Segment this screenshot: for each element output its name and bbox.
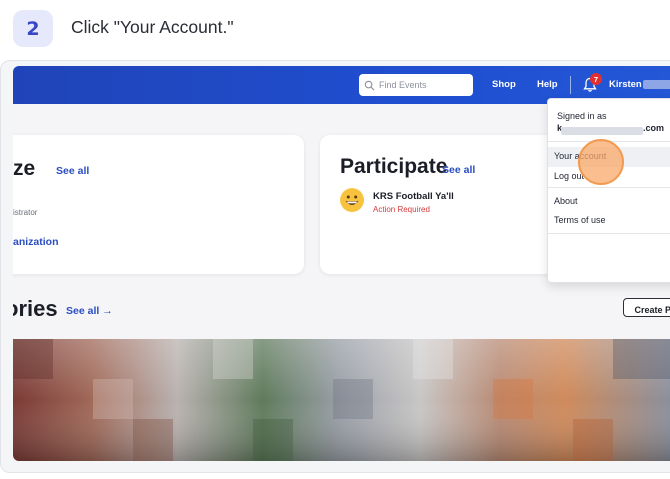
- log-out-menu-item[interactable]: Log out: [554, 171, 584, 181]
- event-name[interactable]: KRS Football Ya'll: [373, 191, 454, 202]
- account-dropdown-menu: Signed in as k .com Your account Log out…: [547, 98, 670, 283]
- terms-of-use-menu-item[interactable]: Terms of use: [554, 215, 606, 225]
- step-number-badge: 2: [13, 10, 53, 47]
- organize-card: ze See all istrator anization: [13, 135, 304, 274]
- redacted-surname: [643, 80, 670, 89]
- event-status: Action Required: [373, 205, 430, 214]
- participate-card: Participate See all KRS Football Ya'll A…: [320, 135, 580, 274]
- organization-link[interactable]: anization: [13, 236, 59, 248]
- organization-role: istrator: [13, 208, 38, 217]
- notification-count-badge: 7: [590, 73, 602, 85]
- redacted-email: [561, 127, 643, 135]
- participate-card-title: Participate: [340, 155, 448, 178]
- stories-heading: ories: [13, 296, 58, 321]
- nav-shop-link[interactable]: Shop: [492, 79, 516, 90]
- organize-card-title: ze: [13, 157, 36, 180]
- menu-divider: [548, 187, 670, 188]
- nav-divider: [570, 76, 571, 94]
- stories-see-all-link[interactable]: See all →: [66, 305, 113, 317]
- signed-in-label: Signed in as: [557, 111, 607, 121]
- nav-help-link[interactable]: Help: [537, 79, 558, 90]
- user-menu-button[interactable]: Kirsten: [609, 79, 642, 90]
- search-icon: [364, 80, 375, 90]
- participate-see-all-link[interactable]: See all: [442, 164, 475, 176]
- about-menu-item[interactable]: About: [554, 196, 578, 206]
- step-instruction: Click "Your Account.": [71, 17, 234, 37]
- click-indicator: [578, 139, 624, 185]
- organize-see-all-link[interactable]: See all: [56, 165, 89, 177]
- email-end: .com: [643, 123, 665, 133]
- create-post-button[interactable]: Create Po: [623, 298, 670, 317]
- search-box[interactable]: [359, 74, 473, 96]
- blurred-story-image: [13, 339, 670, 461]
- menu-divider: [548, 233, 670, 234]
- app-screenshot: Shop Help 7 Kirsten ze See all istrator …: [13, 66, 670, 461]
- search-input[interactable]: [379, 80, 473, 90]
- grinning-emoji-icon: [340, 188, 364, 212]
